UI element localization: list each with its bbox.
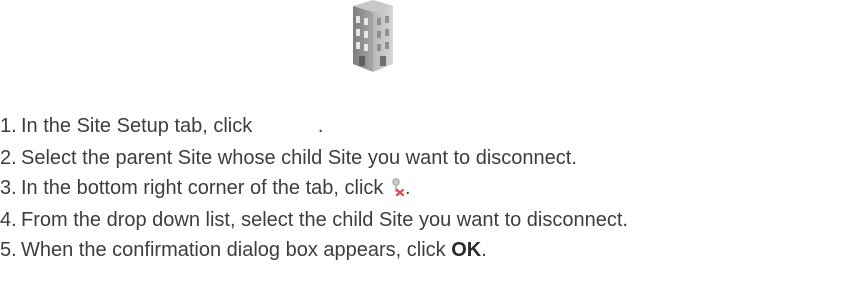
building-icon <box>353 0 393 72</box>
step-number: 5. <box>0 239 17 261</box>
step-text-after: . <box>404 177 411 199</box>
disconnect-site-icon <box>392 178 405 196</box>
step-text-after: . <box>317 115 324 137</box>
step-text-after: . <box>481 239 487 261</box>
step-text: From the drop down list, select the chil… <box>21 209 628 231</box>
step-text: In the Site Setup tab, click . <box>21 112 323 140</box>
step-number: 3. <box>0 177 17 199</box>
step-text-before: When the confirmation dialog box appears… <box>21 239 446 261</box>
step-text: Select the parent Site whose child Site … <box>21 147 577 169</box>
step-text: In the bottom right corner of the tab, c… <box>21 174 411 202</box>
ok-label: OK <box>451 239 482 261</box>
step-number: 2. <box>0 147 17 169</box>
step-number: 1. <box>0 115 17 137</box>
step-text-before: In the bottom right corner of the tab, c… <box>21 177 384 199</box>
step-text-before: In the Site Setup tab, click <box>21 115 253 137</box>
step-number: 4. <box>0 209 17 231</box>
step-text: When the confirmation dialog box appears… <box>21 236 487 264</box>
